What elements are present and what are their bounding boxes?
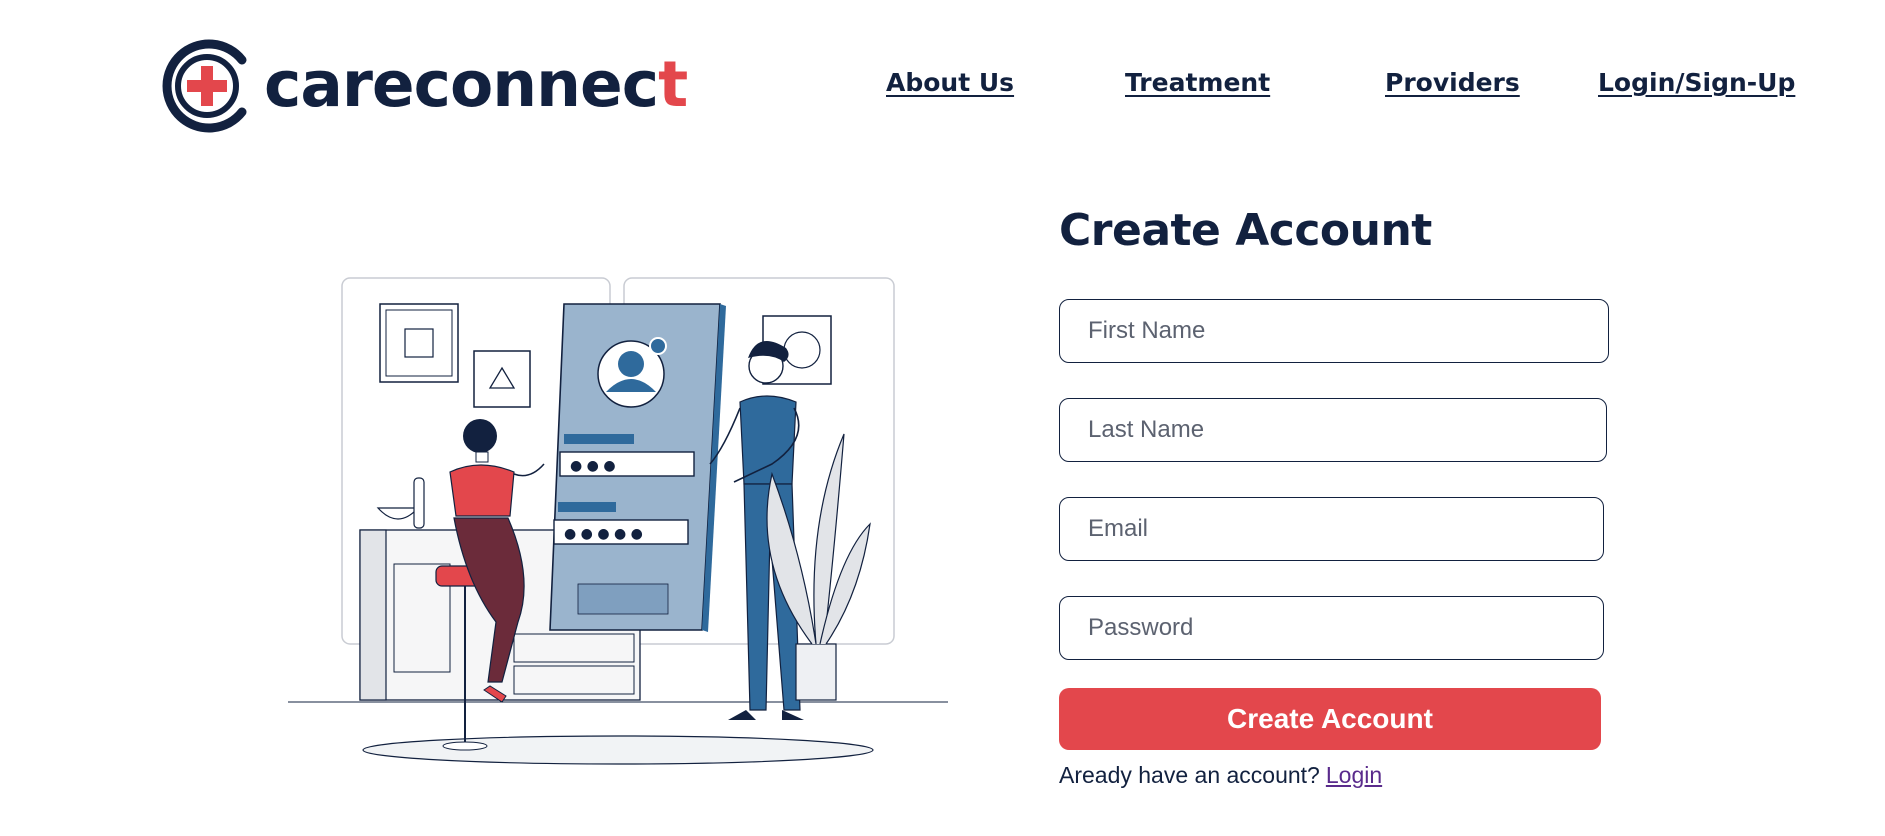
password-dots-long: ● ● ● ● ● (564, 526, 643, 542)
nav-link-providers[interactable]: Providers (1385, 68, 1520, 97)
email-field[interactable] (1059, 497, 1604, 561)
signup-illustration: ● ● ● ● ● ● ● ● (288, 274, 948, 768)
create-account-button[interactable]: Create Account (1059, 688, 1601, 750)
nav-link-treatment[interactable]: Treatment (1125, 68, 1270, 97)
main-nav: About Us Treatment Providers Login/Sign-… (0, 68, 1885, 104)
first-name-field[interactable] (1059, 299, 1609, 363)
password-field[interactable] (1059, 596, 1604, 660)
password-dots-short: ● ● ● (570, 458, 616, 474)
nav-link-about-us[interactable]: About Us (886, 68, 1014, 97)
page-title: Create Account (1059, 205, 1432, 256)
nav-link-login-signup[interactable]: Login/Sign-Up (1598, 68, 1795, 97)
login-prompt: Aready have an account? Login (1059, 762, 1382, 789)
login-link[interactable]: Login (1326, 762, 1382, 788)
login-prompt-text: Aready have an account? (1059, 762, 1320, 788)
last-name-field[interactable] (1059, 398, 1607, 462)
